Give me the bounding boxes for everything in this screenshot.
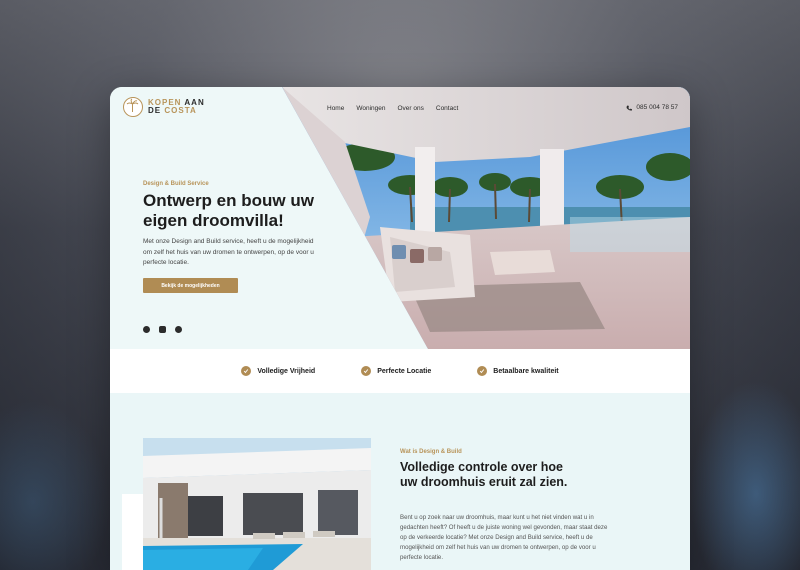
check-circle-icon bbox=[477, 366, 488, 376]
feature-label: Perfecte Locatie bbox=[377, 367, 432, 375]
feature-item: Betaalbare kwaliteit bbox=[477, 366, 559, 376]
logo[interactable]: KOPEN AAN DE COSTA bbox=[123, 97, 205, 117]
logo-word-costa: COSTA bbox=[164, 106, 197, 115]
social-links bbox=[143, 326, 182, 333]
hero-section: KOPEN AAN DE COSTA Home Woningen Over on… bbox=[110, 87, 690, 349]
phone-icon bbox=[626, 105, 633, 110]
phone-link[interactable]: 085 004 78 57 bbox=[626, 104, 678, 111]
nav-item-woningen[interactable]: Woningen bbox=[356, 105, 385, 112]
main-nav: Home Woningen Over ons Contact bbox=[327, 105, 458, 112]
background-glow bbox=[690, 380, 800, 570]
site-header: KOPEN AAN DE COSTA Home Woningen Over on… bbox=[110, 87, 690, 131]
check-circle-icon bbox=[241, 366, 252, 376]
hero-text: Met onze Design and Build service, heeft… bbox=[143, 238, 314, 266]
check-circle-icon bbox=[361, 366, 372, 376]
decorative-block bbox=[122, 494, 143, 570]
nav-item-contact[interactable]: Contact bbox=[436, 105, 458, 112]
hero-eyebrow: Design & Build Service bbox=[143, 181, 209, 187]
palm-logo-icon bbox=[123, 97, 143, 117]
logo-text: KOPEN AAN DE COSTA bbox=[148, 99, 205, 115]
feature-label: Volledige Vrijheid bbox=[257, 367, 316, 375]
about-section: Wat is Design & Build Volledige controle… bbox=[110, 393, 690, 570]
hero-title: Ontwerp en bouw uw eigen droomvilla! bbox=[143, 191, 314, 230]
feature-item: Perfecte Locatie bbox=[361, 366, 431, 376]
cta-button[interactable]: Bekijk de mogelijkheden bbox=[143, 278, 238, 293]
whatsapp-icon[interactable] bbox=[175, 326, 182, 333]
about-eyebrow: Wat is Design & Build bbox=[400, 449, 462, 455]
features-bar: Volledige Vrijheid Perfecte Locatie Beta… bbox=[110, 349, 690, 393]
instagram-icon[interactable] bbox=[159, 326, 166, 333]
phone-number: 085 004 78 57 bbox=[636, 104, 678, 111]
nav-item-over-ons[interactable]: Over ons bbox=[398, 105, 424, 112]
logo-word-de: DE bbox=[148, 106, 162, 115]
background-glow-left bbox=[0, 400, 110, 570]
facebook-icon[interactable] bbox=[143, 326, 150, 333]
about-text: Bent u op zoek naar uw droomhuis, maar k… bbox=[400, 514, 608, 561]
website-preview: KOPEN AAN DE COSTA Home Woningen Over on… bbox=[110, 87, 690, 570]
feature-item: Volledige Vrijheid bbox=[241, 366, 315, 376]
villa-pool-photo bbox=[143, 438, 371, 570]
feature-label: Betaalbare kwaliteit bbox=[493, 367, 559, 375]
about-title: Volledige controle over hoe uw droomhuis… bbox=[400, 460, 568, 489]
nav-item-home[interactable]: Home bbox=[327, 105, 344, 112]
